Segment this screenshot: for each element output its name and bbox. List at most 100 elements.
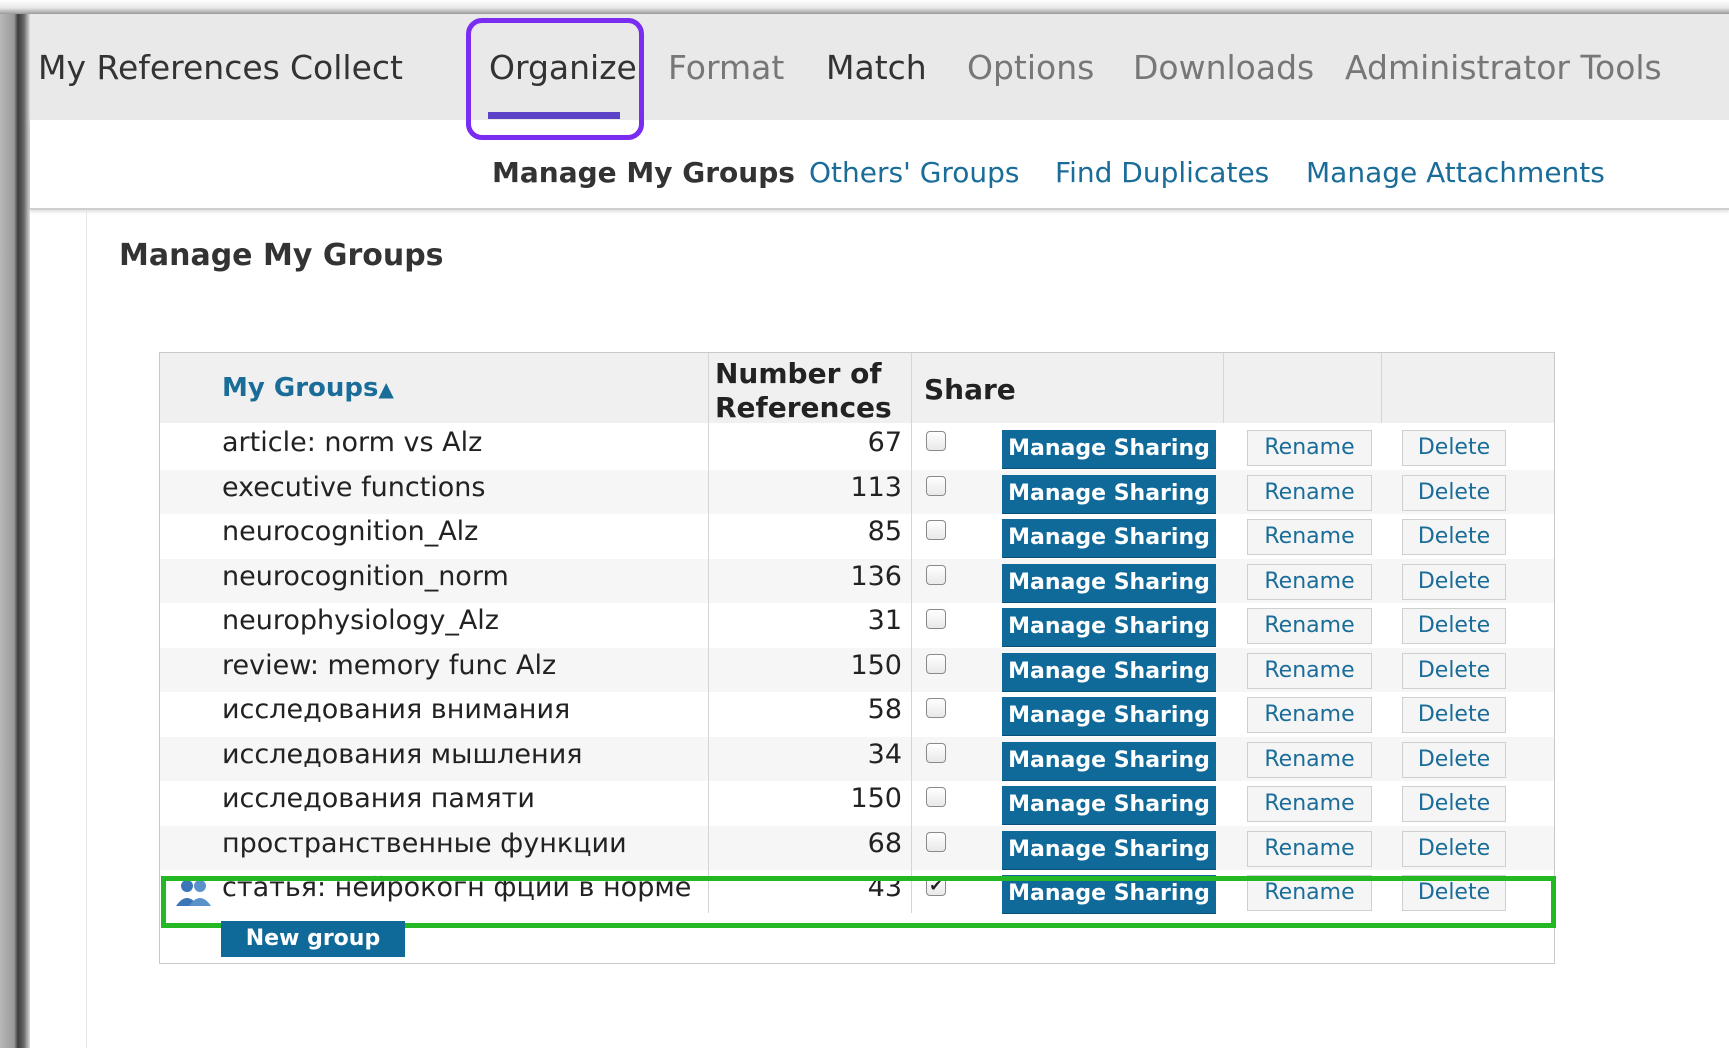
manage-sharing-button[interactable]: Manage Sharing [1002, 652, 1216, 692]
delete-button[interactable]: Delete [1402, 786, 1506, 822]
subnav-manage-attachments[interactable]: Manage Attachments [1306, 156, 1605, 189]
table-row: neurocognition_Alz 85 Manage Sharing Rename… [160, 514, 1554, 558]
rename-button[interactable]: Rename [1247, 430, 1372, 466]
share-checkbox[interactable] [926, 431, 946, 451]
table-row: neurophysiology_Alz 31 Manage Sharing Renam… [160, 603, 1554, 647]
manage-sharing-button[interactable]: Manage Sharing [1002, 830, 1216, 870]
share-checkbox[interactable] [926, 609, 946, 629]
nav-match[interactable]: Match [826, 48, 927, 87]
delete-button[interactable]: Delete [1402, 430, 1506, 466]
subnav-find-duplicates[interactable]: Find Duplicates [1055, 156, 1269, 189]
app-window: My References Collect Organize Format Ma… [30, 14, 1729, 1048]
reference-count: 67 [867, 427, 902, 458]
share-checkbox[interactable] [926, 698, 946, 718]
nav-administrator-tools[interactable]: Administrator Tools [1345, 48, 1662, 87]
reference-count: 31 [867, 605, 902, 636]
column-header-my-groups[interactable]: My Groups▲ [222, 373, 394, 403]
delete-button[interactable]: Delete [1402, 474, 1506, 511]
reference-count: 34 [867, 738, 902, 770]
column-divider [708, 353, 709, 913]
reference-count: 150 [850, 649, 902, 681]
delete-button[interactable]: Delete [1402, 741, 1506, 778]
sort-up-icon: ▲ [378, 377, 394, 401]
column-header-line: References [715, 391, 892, 424]
manage-sharing-button[interactable]: Manage Sharing [1002, 697, 1216, 736]
group-name: article: norm vs Alz [222, 427, 483, 458]
table-row: review: memory func Alz 150 Manage Sharing… [160, 647, 1554, 692]
column-header-line: Number of [715, 357, 882, 390]
table-row: executive functions 113 Manage Sharing Rena… [160, 469, 1554, 514]
share-checkbox[interactable] [926, 831, 946, 852]
table-row: article: norm vs Alz 67 Manage Sharing Rena… [160, 425, 1554, 469]
share-checkbox[interactable] [926, 653, 946, 674]
column-divider [1223, 353, 1224, 423]
reference-count: 68 [867, 827, 902, 859]
nav-options[interactable]: Options [967, 48, 1094, 87]
column-header-share: Share [924, 373, 1016, 406]
page-title: Manage My Groups [119, 238, 444, 273]
organize-highlight-box [466, 18, 644, 140]
manage-sharing-button[interactable]: Manage Sharing [1002, 519, 1216, 558]
share-checkbox[interactable] [926, 787, 946, 807]
group-name: исследования памяти [222, 783, 535, 814]
delete-button[interactable]: Delete [1402, 697, 1506, 733]
reference-count: 113 [850, 471, 902, 503]
rename-button[interactable]: Rename [1247, 652, 1372, 689]
rename-button[interactable]: Rename [1247, 786, 1372, 822]
manage-sharing-button[interactable]: Manage Sharing [1002, 608, 1216, 647]
group-name: executive functions [222, 471, 486, 503]
window-left-edge [0, 0, 30, 1048]
sub-nav: Manage My Groups Others' Groups Find Dup… [30, 120, 1729, 210]
manage-sharing-button[interactable]: Manage Sharing [1002, 786, 1216, 825]
group-name: neurocognition_Alz [222, 516, 479, 547]
manage-sharing-button[interactable]: Manage Sharing [1002, 474, 1216, 514]
delete-button[interactable]: Delete [1402, 830, 1506, 867]
rename-button[interactable]: Rename [1247, 474, 1372, 511]
share-checkbox[interactable] [926, 475, 946, 496]
delete-button[interactable]: Delete [1402, 652, 1506, 689]
column-divider [911, 353, 912, 913]
rename-button[interactable]: Rename [1247, 697, 1372, 733]
main-nav: My References Collect Organize Format Ma… [30, 14, 1729, 120]
subnav-manage-my-groups[interactable]: Manage My Groups [492, 156, 795, 189]
nav-my-references[interactable]: My References [38, 48, 280, 87]
table-row: пространственные функции 68 Manage Sharing… [160, 825, 1554, 870]
nav-downloads[interactable]: Downloads [1133, 48, 1314, 87]
group-name: neurocognition_norm [222, 560, 509, 592]
manage-sharing-button[interactable]: Manage Sharing [1002, 563, 1216, 603]
share-checkbox[interactable] [926, 564, 946, 585]
table-row: neurocognition_norm 136 Manage Sharing Rena… [160, 558, 1554, 603]
groups-table: My Groups▲ Number of References Share ar… [159, 352, 1555, 964]
share-checkbox[interactable] [926, 520, 946, 540]
column-header-label: My Groups [222, 373, 379, 403]
nav-collect[interactable]: Collect [290, 48, 403, 87]
delete-button[interactable]: Delete [1402, 563, 1506, 600]
group-name: review: memory func Alz [222, 649, 557, 681]
column-divider [1381, 353, 1382, 423]
share-checkbox[interactable] [926, 742, 946, 763]
group-name: исследования мышления [222, 738, 583, 770]
table-row: исследования внимания 58 Manage Sharing Ren… [160, 692, 1554, 736]
delete-button[interactable]: Delete [1402, 608, 1506, 644]
rename-button[interactable]: Rename [1247, 741, 1372, 778]
column-header-number-of-references: Number of References [715, 357, 905, 425]
reference-count: 150 [850, 783, 902, 814]
nav-format[interactable]: Format [668, 48, 784, 87]
delete-button[interactable]: Delete [1402, 519, 1506, 555]
manage-sharing-button[interactable]: Manage Sharing [1002, 430, 1216, 469]
rename-button[interactable]: Rename [1247, 830, 1372, 867]
rename-button[interactable]: Rename [1247, 563, 1372, 600]
rename-button[interactable]: Rename [1247, 608, 1372, 644]
table-row: исследования памяти 150 Manage Sharing Rena… [160, 781, 1554, 825]
content-divider [86, 210, 87, 1048]
new-group-button[interactable]: New group [221, 921, 405, 957]
window-top-edge [0, 0, 1729, 14]
group-name: пространственные функции [222, 827, 627, 859]
table-row: исследования мышления 34 Manage Sharing Ren… [160, 736, 1554, 781]
subnav-others-groups[interactable]: Others' Groups [809, 156, 1020, 189]
reference-count: 85 [867, 516, 902, 547]
group-name: исследования внимания [222, 694, 571, 725]
manage-sharing-button[interactable]: Manage Sharing [1002, 741, 1216, 781]
rename-button[interactable]: Rename [1247, 519, 1372, 555]
reference-count: 136 [850, 560, 902, 592]
